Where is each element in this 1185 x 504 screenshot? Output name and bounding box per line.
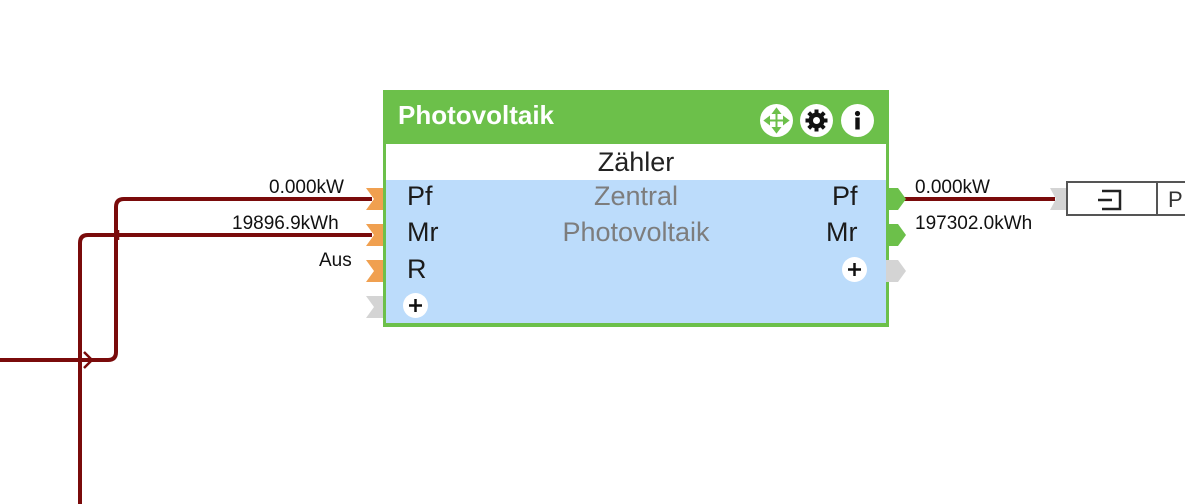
photovoltaik-block[interactable]: Photovoltaik Zähler Pf Mr R Zentral Phot…	[383, 90, 889, 327]
info-icon[interactable]	[841, 104, 874, 137]
output-value-mr: 197302.0kWh	[915, 213, 1033, 234]
input-label-r: R	[407, 254, 427, 284]
add-input-button[interactable]	[403, 293, 428, 318]
output-block-icon	[1098, 189, 1122, 211]
gear-icon[interactable]	[800, 104, 833, 137]
block-subtitle-bar: Zähler	[386, 144, 886, 180]
output-pin-add[interactable]	[886, 260, 906, 282]
block-header[interactable]: Photovoltaik	[383, 90, 889, 144]
block-center-line1: Zentral	[593, 181, 679, 211]
wire-mr-input	[78, 233, 372, 504]
output-label-mr: Mr	[826, 217, 858, 247]
output-value-pf: 0.000kW	[915, 177, 990, 198]
block-subtitle: Zähler	[597, 147, 675, 177]
destination-input-pin[interactable]	[1050, 188, 1066, 210]
input-value-mr: 19896.9kWh	[232, 213, 339, 234]
output-pin-pf[interactable]	[886, 188, 906, 210]
destination-block[interactable]: P	[1066, 181, 1185, 216]
input-value-pf: 0.000kW	[269, 177, 344, 198]
move-icon[interactable]	[760, 104, 793, 137]
output-pin-mr[interactable]	[886, 224, 906, 246]
block-center-line2: Photovoltaik	[562, 217, 710, 247]
output-label-pf: Pf	[832, 181, 858, 211]
add-output-button[interactable]	[842, 257, 867, 282]
block-body: Pf Mr R Zentral Photovoltaik Pf Mr	[386, 180, 886, 323]
destination-block-divider	[1156, 183, 1158, 214]
block-title: Photovoltaik	[398, 100, 555, 130]
input-value-r: Aus	[319, 250, 352, 271]
destination-block-label: P	[1168, 187, 1183, 212]
